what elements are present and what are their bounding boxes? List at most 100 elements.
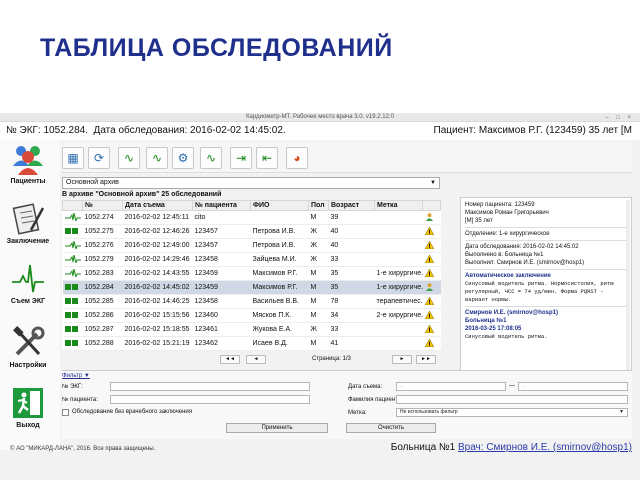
filter-clear-button[interactable]: Очистить <box>346 423 436 433</box>
sidebar-item-patients[interactable]: Пациенты <box>0 142 56 185</box>
warning-icon <box>424 338 434 347</box>
import-icon: ⇥ <box>235 151 247 165</box>
row-age: 33 <box>328 252 375 267</box>
export-button[interactable]: ⇤ <box>256 147 278 169</box>
row-type-cell <box>62 252 83 267</box>
statistics-button[interactable]: ◕ <box>286 147 308 169</box>
sidebar-item-label: Съем ЭКГ <box>10 298 46 305</box>
row-date: 2016-02-02 12:46:26 <box>122 224 193 239</box>
row-name: Петрова И.В. <box>250 224 309 239</box>
patient-bar-right: Пациент: Максимов Р.Г. (123459) 35 лет [… <box>434 122 632 140</box>
pie-chart-icon: ◕ <box>293 151 301 165</box>
row-type-cell <box>62 308 83 323</box>
col-header-mark[interactable]: Метка <box>374 200 423 211</box>
sidebar-item-conclusion[interactable]: Заключение <box>0 202 56 245</box>
detail-patient-age: [М] 35 лет <box>465 218 493 224</box>
col-header-sex[interactable]: Пол <box>308 200 329 211</box>
warning-icon <box>424 226 434 235</box>
detail-auto-title: Автоматическое заключение <box>465 273 551 279</box>
detail-scrollbar[interactable] <box>626 200 630 370</box>
tools-icon <box>13 326 45 356</box>
row-age: 78 <box>328 294 375 309</box>
col-header-date[interactable]: Дата съема <box>122 200 193 211</box>
table-header-row: № Дата съема № пациента ФИО Пол Возраст … <box>62 200 441 211</box>
row-age: 34 <box>328 308 375 323</box>
ecg-export-button[interactable]: ∿ <box>200 147 222 169</box>
detail-hospital: Больница №1 <box>465 318 507 324</box>
row-age: 35 <box>328 280 375 295</box>
row-number: 1052.275 <box>82 224 123 239</box>
row-sex: М <box>308 266 329 281</box>
pager-next-button[interactable]: ► <box>392 355 412 364</box>
row-name: Жукова Е.А. <box>250 322 309 337</box>
sidebar-item-label: Выход <box>16 422 40 429</box>
archive-select[interactable]: Основной архив ▼ <box>62 177 440 189</box>
sidebar-item-exit[interactable]: Выход <box>0 386 56 429</box>
ecg-settings-button[interactable]: ⚙ <box>172 147 194 169</box>
refresh-button[interactable]: ⟳ <box>88 147 110 169</box>
table-row[interactable]: 1052.286 2016-02-02 15:15:56 123460 Мясков … <box>62 308 441 323</box>
filter-no-conclusion-checkbox[interactable] <box>62 409 69 416</box>
detail-performed-by: Выполнил: Смирнов И.Е. (smirnov@hosp1) <box>465 260 585 266</box>
row-age: 39 <box>328 210 375 225</box>
filter-name-input[interactable] <box>396 395 628 404</box>
exam-detail-panel: Номер пациента: 123459 Максимов Роман Гр… <box>460 197 632 371</box>
table-row[interactable]: 1052.283 2016-02-02 14:43:55 123459 Максимо… <box>62 266 441 281</box>
table-row[interactable]: 1052.275 2016-02-02 12:46:26 123457 Петрова… <box>62 224 441 239</box>
status-hospital: Больница №1 <box>390 442 456 453</box>
row-status-cell <box>422 266 441 281</box>
sidebar-item-settings[interactable]: Настройки <box>0 326 56 369</box>
row-age: 35 <box>328 266 375 281</box>
table-row[interactable]: 1052.274 2016-02-02 12:45:11 cito М 39 <box>62 210 441 225</box>
filter-apply-button[interactable]: Применить <box>226 423 328 433</box>
warning-icon <box>424 296 434 305</box>
row-type-cell <box>62 294 83 309</box>
filter-toggle[interactable]: Фильтр ▼ <box>62 373 90 379</box>
status-doctor-link[interactable]: Врач: Смирнов И.Е. (smirnov@hosp1) <box>458 442 632 453</box>
table-row[interactable]: 1052.279 2016-02-02 14:29:46 123458 Зайцева… <box>62 252 441 267</box>
sidebar-item-label: Заключение <box>6 238 50 245</box>
ecg-compare-button[interactable]: ∿ <box>146 147 168 169</box>
col-header-name[interactable]: ФИО <box>250 200 309 211</box>
col-header-age[interactable]: Возраст <box>328 200 375 211</box>
ecg-view-button[interactable]: ∿ <box>118 147 140 169</box>
table-row[interactable]: 1052.288 2016-02-02 15:21:19 123462 Исаев В… <box>62 336 441 351</box>
user-icon <box>425 282 433 291</box>
warning-icon <box>424 254 434 263</box>
col-header-status[interactable] <box>422 200 441 211</box>
col-header-number[interactable]: № <box>82 200 123 211</box>
filter-name-label: Фамилия пациента: <box>348 397 403 403</box>
col-header-icon[interactable] <box>62 200 83 211</box>
row-status-cell <box>422 336 441 351</box>
filter-date-to-input[interactable]: . . <box>518 382 628 391</box>
table-row[interactable]: 1052.276 2016-02-02 12:49:00 123457 Петрова… <box>62 238 441 253</box>
sidebar-item-ecg[interactable]: Съем ЭКГ <box>0 262 56 305</box>
row-type-cell <box>62 238 83 253</box>
row-patient-number: 123459 <box>192 280 251 295</box>
filter-panel: Фильтр ▼ № ЭКГ: № пациента: Обследование… <box>62 370 632 439</box>
row-type-cell <box>62 266 83 281</box>
filter-date-separator: — <box>509 383 515 389</box>
table-view-button[interactable]: ▦ <box>62 147 84 169</box>
pager-prev-button[interactable]: ◄ <box>246 355 266 364</box>
col-header-patient-number[interactable]: № пациента <box>192 200 251 211</box>
import-button[interactable]: ⇥ <box>230 147 252 169</box>
pager-last-button[interactable]: ►► <box>416 355 436 364</box>
table-row[interactable]: 1052.284 2016-02-02 14:45:02 123459 Максимо… <box>62 280 441 295</box>
row-name: Исаев В.Д. <box>250 336 309 351</box>
status-square-icon <box>71 227 78 234</box>
row-number: 1052.286 <box>82 308 123 323</box>
filter-patient-input[interactable] <box>110 395 310 404</box>
chevron-down-icon: ▼ <box>430 180 436 186</box>
window-title: Кардиометр-МТ. Рабочее место врача 3.0. … <box>246 114 394 120</box>
filter-date-from-input[interactable]: . . <box>396 382 506 391</box>
detail-exam-block: Дата обследования: 2016-02-02 14:45:02 В… <box>465 243 627 270</box>
pager-first-button[interactable]: ◄◄ <box>220 355 240 364</box>
table-row[interactable]: 1052.287 2016-02-02 15:18:55 123461 Жукова … <box>62 322 441 337</box>
table-row[interactable]: 1052.285 2016-02-02 14:46:25 123458 Василье… <box>62 294 441 309</box>
detail-performed-in: Выполнено в: Больница №1 <box>465 252 544 258</box>
row-type-cell <box>62 336 83 351</box>
filter-ecg-input[interactable] <box>110 382 310 391</box>
filter-mark-select[interactable]: Не использовать фильтр ▼ <box>396 408 628 417</box>
table-icon: ▦ <box>67 151 79 165</box>
